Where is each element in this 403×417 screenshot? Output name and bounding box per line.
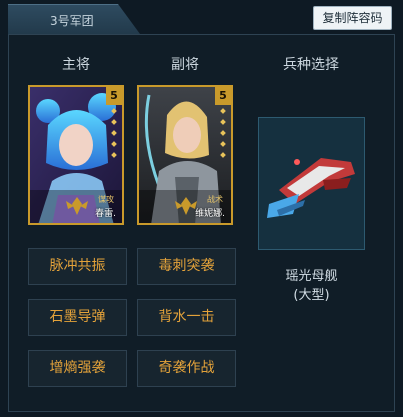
copy-lineup-code-button[interactable]: 复制阵容码 [313,6,392,30]
skill-button[interactable]: 背水一击 [137,299,236,336]
general-role-label: 谋攻 [98,195,114,204]
star-rating-dots [110,108,118,164]
skill-button[interactable]: 奇袭作战 [137,350,236,387]
general-name: 春雷. [95,209,116,219]
vice-general-card[interactable]: 5 战术 维妮娜. [137,85,233,225]
general-role-label: 战术 [207,195,223,204]
skill-button[interactable]: 毒刺突袭 [137,248,236,285]
skill-button[interactable]: 脉冲共振 [28,248,127,285]
main-general-card[interactable]: 5 谋攻 春雷. [28,85,124,225]
skill-button[interactable]: 增熵强袭 [28,350,127,387]
vice-general-title: 副将 [171,57,199,73]
star-rating-dots [219,108,227,164]
general-name: 维妮娜. [195,209,225,219]
faction-emblem-icon [66,197,88,215]
unit-select-box[interactable] [258,117,365,250]
legion-tab-label: 3号军团 [50,14,94,28]
star-badge: 5 [106,87,122,105]
legion-tab[interactable]: 3号军团 [8,4,140,34]
unit-size: (大型) [293,288,330,303]
unit-select-title: 兵种选择 [283,57,339,73]
unit-name: 瑶光母舰 [285,269,338,284]
main-general-title: 主将 [62,57,90,73]
mothership-icon [267,158,355,218]
star-badge: 5 [215,87,231,105]
skill-button[interactable]: 石墨导弹 [28,299,127,336]
